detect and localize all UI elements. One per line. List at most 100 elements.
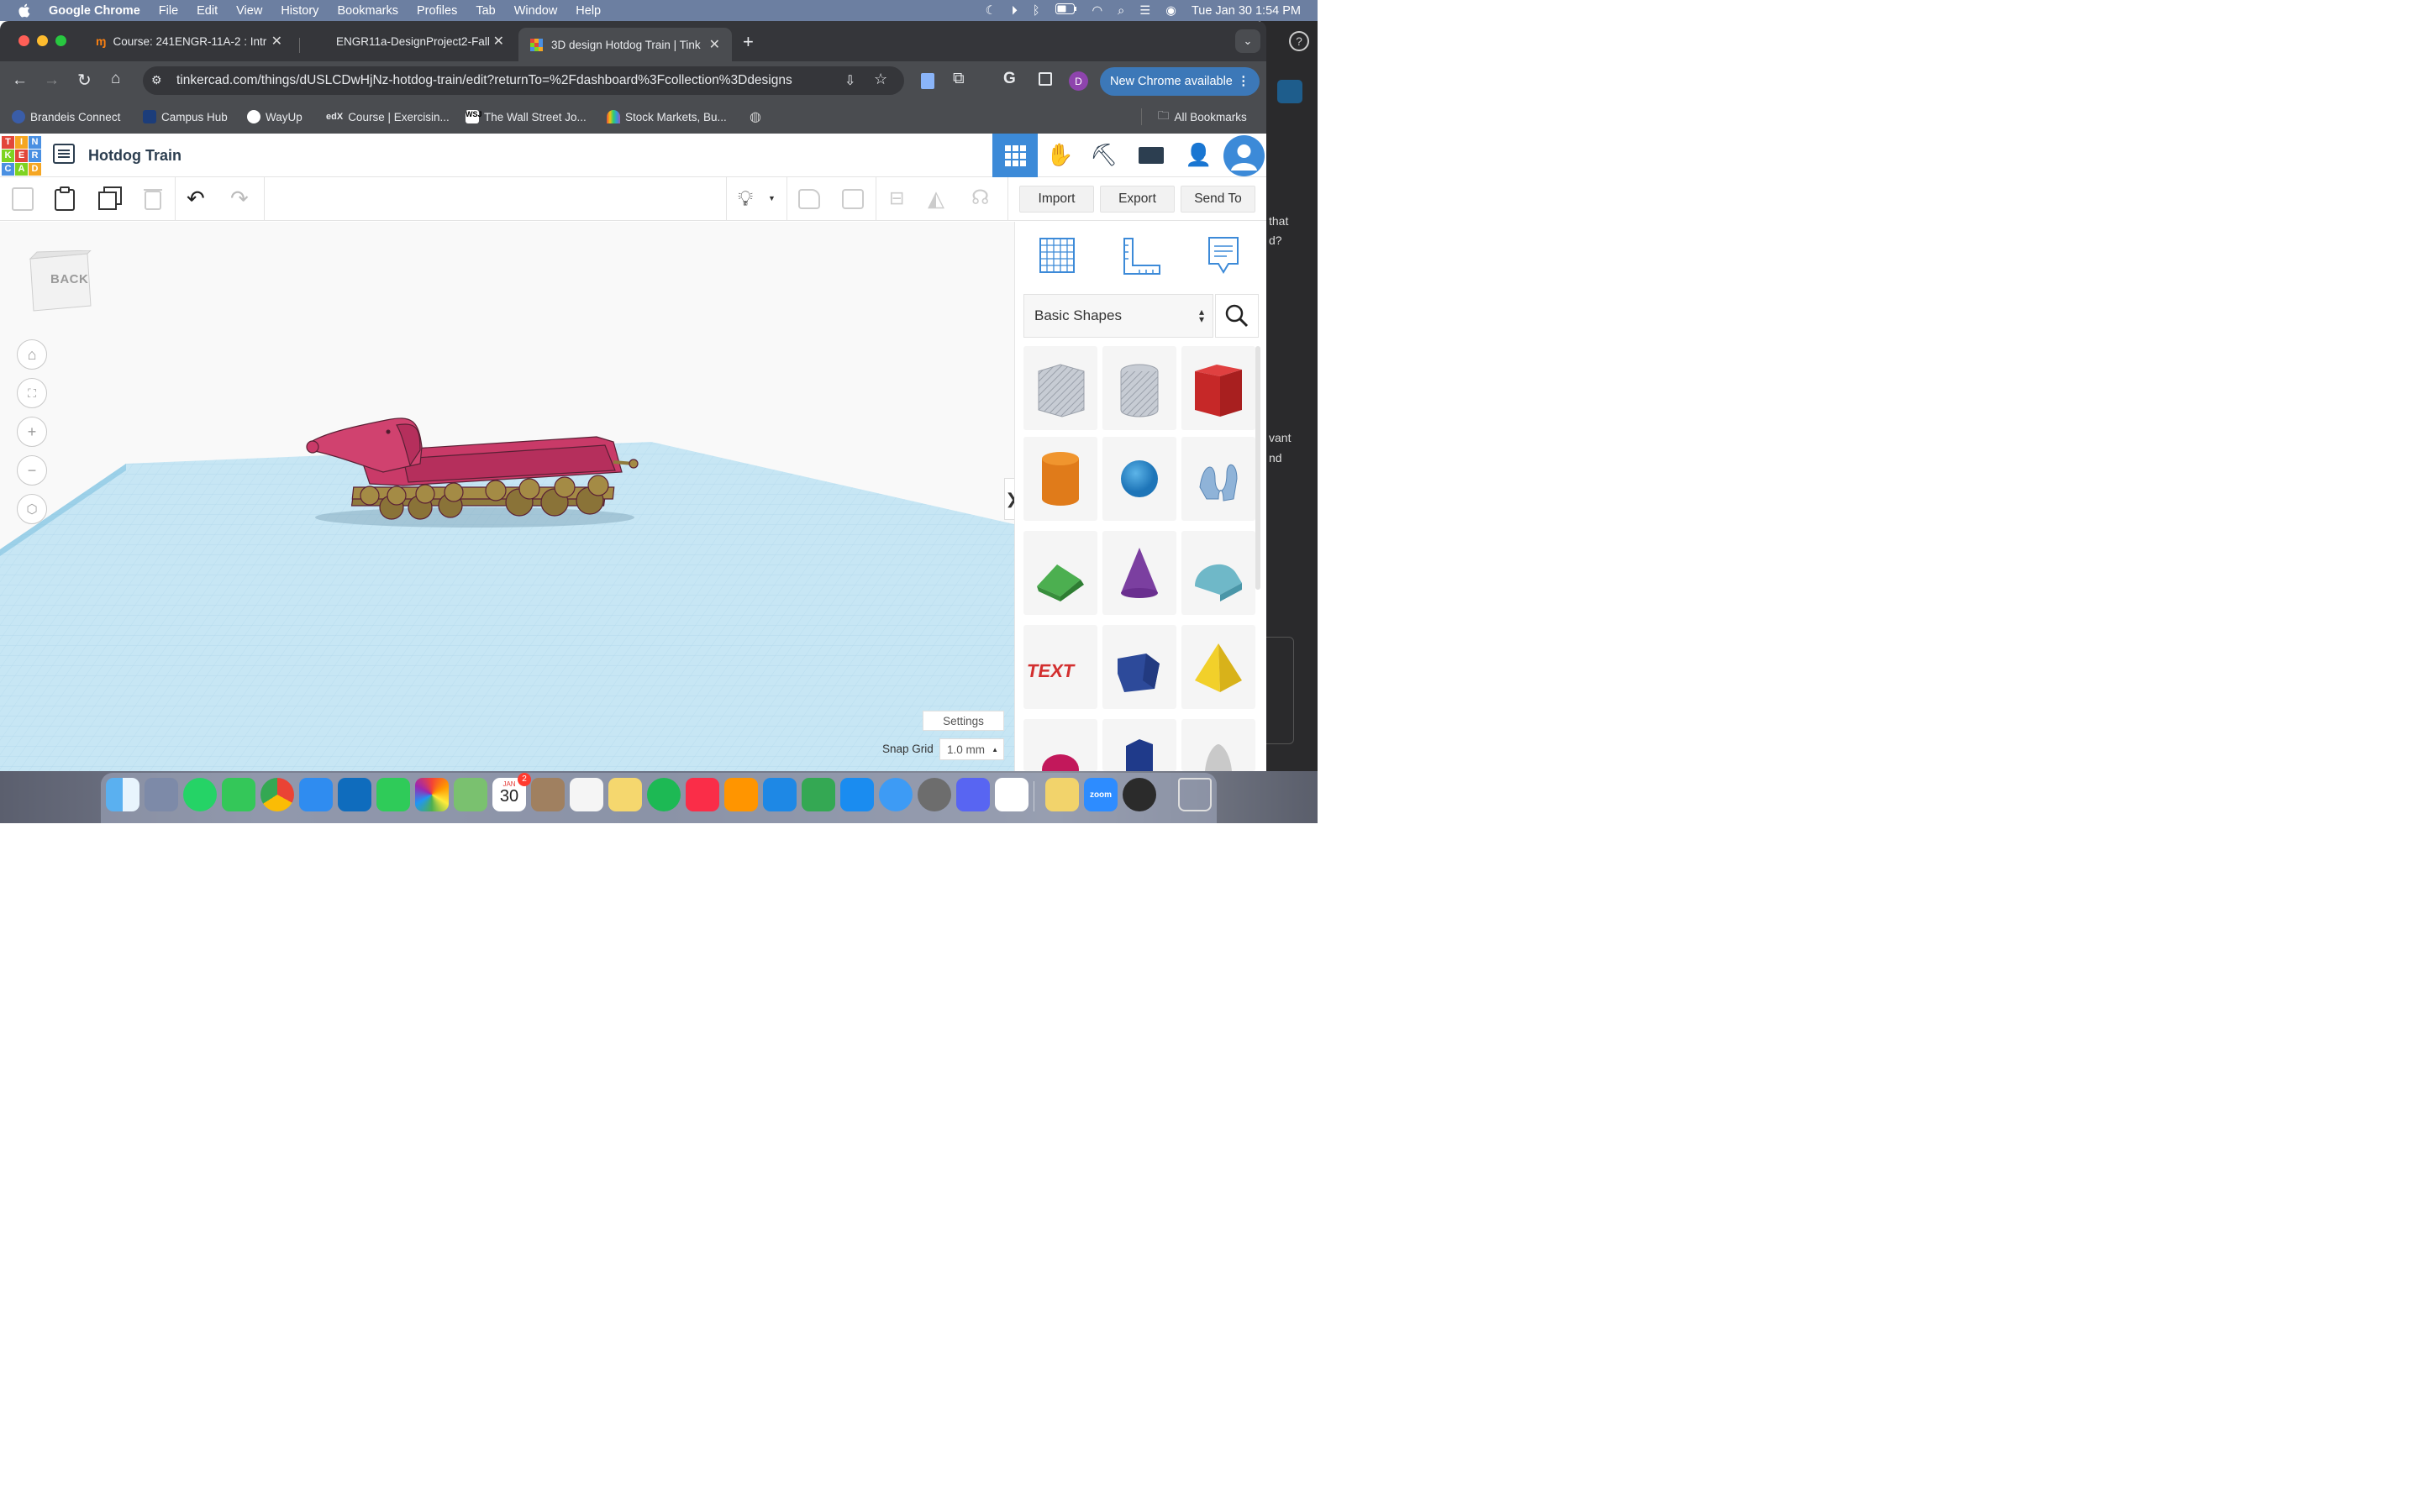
- redo-icon[interactable]: ↷: [230, 186, 249, 212]
- shape-paraboloid[interactable]: [1181, 719, 1255, 771]
- more-vert-icon[interactable]: ⋮: [1238, 75, 1250, 88]
- user-avatar[interactable]: [1223, 135, 1265, 176]
- safari-icon[interactable]: [879, 778, 913, 811]
- close-tab-icon[interactable]: ✕: [271, 33, 282, 50]
- shape-box[interactable]: [1181, 346, 1255, 430]
- settings-button[interactable]: Settings: [923, 711, 1004, 731]
- bookmark-wsj[interactable]: WSJ The Wall Street Jo...: [466, 108, 587, 125]
- home-view-button[interactable]: ⌂: [17, 339, 47, 370]
- shapes-scrollbar[interactable]: [1255, 346, 1260, 590]
- new-tab-button[interactable]: +: [743, 31, 754, 53]
- export-button[interactable]: Export: [1100, 186, 1175, 213]
- 3d-design-view-button[interactable]: [992, 134, 1038, 177]
- view-cube[interactable]: BACK: [29, 249, 92, 314]
- shape-scribble[interactable]: [1181, 437, 1255, 521]
- shape-text[interactable]: TEXT: [1023, 625, 1097, 709]
- shape-cone[interactable]: [1102, 531, 1176, 615]
- paste-icon[interactable]: [54, 186, 76, 211]
- tinkercad-logo[interactable]: T I N K E R C A D: [2, 136, 41, 176]
- pages-icon[interactable]: [724, 778, 758, 811]
- perspective-button[interactable]: ⬡: [17, 494, 47, 524]
- copy-icon[interactable]: [12, 187, 34, 211]
- spotlight-icon[interactable]: ⌕: [1118, 4, 1124, 18]
- tab-search-chevron-icon[interactable]: ⌄: [1235, 29, 1260, 53]
- shape-roof[interactable]: [1023, 531, 1097, 615]
- photos-icon[interactable]: [415, 778, 449, 811]
- stickies-icon[interactable]: [1045, 778, 1079, 811]
- apple-icon[interactable]: [17, 3, 30, 18]
- lightbulb-icon[interactable]: 💡︎: [738, 186, 753, 213]
- site-settings-icon[interactable]: ⚙: [151, 73, 162, 87]
- forward-arrow-icon[interactable]: →: [44, 71, 60, 90]
- spotify-icon[interactable]: [647, 778, 681, 811]
- system-settings-icon[interactable]: [918, 778, 951, 811]
- menu-app-name[interactable]: Google Chrome: [49, 4, 140, 18]
- shape-cylinder[interactable]: [1023, 437, 1097, 521]
- app-store-icon[interactable]: [840, 778, 874, 811]
- play-icon[interactable]: ⏵: [1012, 4, 1018, 18]
- bookmark-star-icon[interactable]: ☆: [874, 71, 887, 88]
- close-tab-icon[interactable]: ✕: [709, 36, 720, 53]
- moon-icon[interactable]: ☾: [986, 4, 997, 18]
- control-center-icon[interactable]: ☰: [1139, 4, 1150, 18]
- contacts-icon[interactable]: [531, 778, 565, 811]
- bookmark-brandeis-connect[interactable]: Brandeis Connect: [12, 108, 120, 125]
- finder-icon[interactable]: [106, 778, 139, 811]
- tab-course[interactable]: ɱ Course: 241ENGR-11A-2 : Intr ✕: [84, 28, 294, 55]
- shape-sphere[interactable]: [1102, 437, 1176, 521]
- snap-grid-select[interactable]: 1.0 mm ▲: [939, 738, 1004, 760]
- panel-collapse-chevron-icon[interactable]: ❯: [1004, 478, 1014, 520]
- sticky-note-icon[interactable]: [1277, 80, 1302, 103]
- whatsapp-icon[interactable]: [183, 778, 217, 811]
- ruler-tool-icon[interactable]: [1121, 235, 1161, 276]
- messages-icon[interactable]: [222, 778, 255, 811]
- mail-icon[interactable]: [299, 778, 333, 811]
- calendar-icon[interactable]: JAN 30 2: [492, 773, 531, 811]
- workplane-canvas[interactable]: BACK ⌂ ⛶ + − ⬡ ❯ Settings Snap Grid 1.0 …: [0, 222, 1014, 771]
- side-panel-icon[interactable]: [1039, 72, 1052, 86]
- bluetooth-icon[interactable]: ᛒ: [1033, 4, 1040, 18]
- ungroup-icon[interactable]: [842, 189, 864, 209]
- new-chrome-available-button[interactable]: New Chrome available ⋮: [1100, 67, 1260, 96]
- launchpad-icon[interactable]: [145, 778, 178, 811]
- bookmark-wayup[interactable]: WayUp: [247, 108, 302, 125]
- chrome-icon[interactable]: [260, 778, 294, 811]
- menu-tab[interactable]: Tab: [476, 4, 495, 18]
- reload-icon[interactable]: ↻: [77, 70, 92, 91]
- maps-icon[interactable]: [454, 778, 487, 811]
- menu-window[interactable]: Window: [514, 4, 558, 18]
- zoom-in-button[interactable]: +: [17, 417, 47, 447]
- numbers-icon[interactable]: [802, 778, 835, 811]
- tab-tinkercad[interactable]: 3D design Hotdog Train | Tink ✕: [518, 28, 732, 61]
- undo-icon[interactable]: ↶: [187, 186, 205, 212]
- search-shapes-button[interactable]: [1215, 294, 1259, 338]
- minimize-window-button[interactable]: [37, 35, 48, 46]
- zoom-icon[interactable]: zoom: [1084, 778, 1118, 811]
- shape-hexagonal-prism[interactable]: [1102, 719, 1176, 771]
- clock[interactable]: Tue Jan 30 1:54 PM: [1192, 4, 1301, 18]
- shape-category-select[interactable]: Basic Shapes ▴ ▾: [1023, 294, 1213, 338]
- trash-icon[interactable]: [1178, 778, 1212, 811]
- bookmark-stock-markets[interactable]: Stock Markets, Bu...: [607, 108, 727, 125]
- menu-history[interactable]: History: [281, 4, 318, 18]
- help-icon[interactable]: ?: [1289, 31, 1309, 51]
- shape-box-hole[interactable]: [1023, 346, 1097, 430]
- mirror-icon[interactable]: ◭: [928, 186, 944, 212]
- discord-icon[interactable]: [956, 778, 990, 811]
- menu-file[interactable]: File: [159, 4, 178, 18]
- bookmark-campus-hub[interactable]: Campus Hub: [143, 108, 228, 125]
- import-button[interactable]: Import: [1019, 186, 1094, 213]
- close-tab-icon[interactable]: ✕: [493, 33, 504, 50]
- notes-tool-icon[interactable]: [1207, 235, 1240, 276]
- bookmark-globe[interactable]: ◍: [750, 108, 761, 125]
- align-icon[interactable]: ⊟: [889, 187, 904, 209]
- brick-icon[interactable]: [1139, 147, 1164, 164]
- pickaxe-icon[interactable]: ⛏: [1090, 142, 1118, 168]
- home-icon[interactable]: ⌂: [111, 70, 120, 88]
- bookmark-course-exercising[interactable]: edX Course | Exercisin...: [326, 108, 450, 125]
- fit-all-button[interactable]: ⛶: [17, 378, 47, 408]
- slack-icon[interactable]: [995, 778, 1028, 811]
- send-to-button[interactable]: Send To: [1181, 186, 1255, 213]
- tab-design-project[interactable]: ENGR11a-DesignProject2-Fall ✕: [306, 28, 516, 55]
- reminders-icon[interactable]: [570, 778, 603, 811]
